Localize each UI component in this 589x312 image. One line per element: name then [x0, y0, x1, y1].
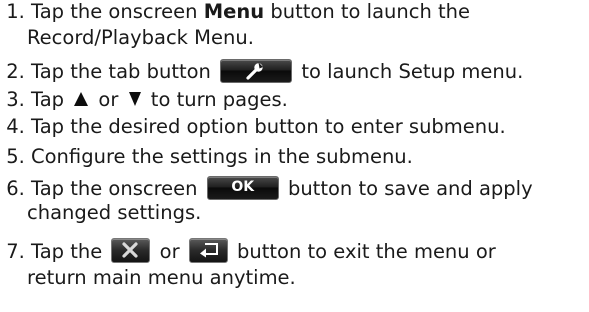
step-1-menu-keyword: Menu — [203, 0, 265, 23]
step-3-line: 3. Tap or to turn pages. — [0, 88, 288, 112]
step-1-text-c: button to launch the — [264, 0, 471, 23]
step-5-number: 5. — [6, 145, 25, 168]
step-4-line: 4. Tap the desired option button to ente… — [0, 115, 506, 139]
exit-button[interactable] — [111, 238, 151, 263]
step-7-number: 7. — [6, 240, 25, 263]
step-1-line-2: Record/Playback Menu. — [27, 26, 254, 49]
wrench-icon — [246, 62, 264, 80]
step-1-text-a: Tap the onscreen — [31, 0, 204, 23]
step-7-line-2: return main menu anytime. — [27, 266, 296, 289]
step-1-line-1: 1. Tap the onscreen Menu button to launc… — [0, 0, 470, 24]
ok-button[interactable]: OK — [206, 175, 279, 200]
step-3-text-a: Tap — [31, 88, 71, 111]
step-7-text-c: button to exit the menu or — [230, 240, 496, 263]
step-7-text-a: Tap the — [31, 240, 109, 263]
step-4-text: Tap the desired option button to enter s… — [31, 115, 506, 138]
step-7-text-b: or — [153, 240, 186, 263]
step-7-line-1: 7. Tap the or button to exit the menu or — [0, 238, 496, 264]
setup-tab-button[interactable] — [220, 58, 293, 83]
step-2-text-a: Tap the tab button — [31, 60, 218, 83]
step-5-line: 5. Configure the settings in the submenu… — [0, 145, 413, 169]
step-2-number: 2. — [6, 60, 25, 83]
step-3-text-c: to turn pages. — [144, 88, 288, 111]
step-6-line-1: 6. Tap the onscreen OK button to save an… — [0, 175, 533, 201]
step-4-number: 4. — [6, 115, 25, 138]
step-5-text: Configure the settings in the submenu. — [31, 145, 413, 168]
step-6-line-2: changed settings. — [27, 201, 202, 224]
ok-button-label: OK — [231, 178, 255, 195]
step-6-text-a: Tap the onscreen — [31, 177, 204, 200]
step-1-number: 1. — [6, 0, 25, 23]
triangle-up-icon[interactable] — [73, 91, 89, 107]
close-icon — [122, 242, 139, 258]
step-3-number: 3. — [6, 88, 25, 111]
step-3-text-b: or — [92, 88, 125, 111]
step-2-line: 2. Tap the tab button to launch Setup me… — [0, 58, 524, 84]
step-2-text-b: to launch Setup menu. — [295, 60, 524, 83]
step-6-number: 6. — [6, 177, 25, 200]
instruction-list: 1. Tap the onscreen Menu button to launc… — [0, 0, 589, 312]
return-arrow-icon — [199, 243, 218, 258]
triangle-down-icon[interactable] — [128, 91, 142, 107]
return-button[interactable] — [188, 238, 228, 263]
step-6-text-b: button to save and apply — [281, 177, 533, 200]
